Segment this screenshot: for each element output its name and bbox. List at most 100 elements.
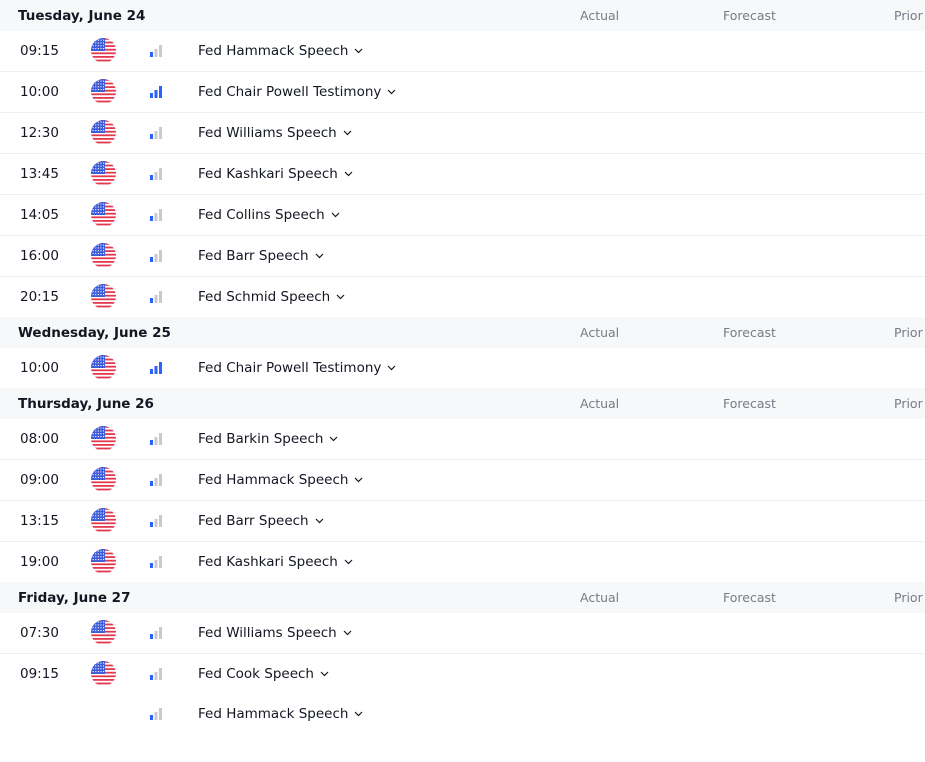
day-title: Tuesday, June 24: [18, 7, 146, 24]
event-row[interactable]: 10:00 Fed Chair Powell Testimony: [0, 72, 925, 113]
chevron-down-icon: [344, 559, 353, 565]
chevron-down-icon: [343, 630, 352, 636]
event-title[interactable]: Fed Hammack Speech: [198, 706, 363, 722]
event-title-text: Fed Williams Speech: [198, 625, 337, 641]
chevron-down-icon: [336, 294, 345, 300]
importance-bar: [159, 362, 162, 374]
chevron-down-icon: [355, 711, 363, 717]
importance-bars-icon: [150, 627, 162, 639]
event-time: 10:00: [20, 84, 59, 100]
column-forecast: Forecast: [723, 396, 776, 411]
importance-bar: [150, 563, 153, 568]
us-flag-icon: [91, 467, 116, 492]
importance-bar: [159, 668, 162, 680]
importance-bar: [150, 298, 153, 303]
importance-bar: [159, 127, 162, 139]
importance-bar: [150, 175, 153, 180]
event-row[interactable]: 13:45 Fed Kashkari Speech: [0, 154, 925, 195]
importance-bars-icon: [150, 250, 162, 262]
importance-bar: [154, 519, 158, 527]
event-row[interactable]: 09:00 Fed Hammack Speech: [0, 460, 925, 501]
importance-bar: [150, 481, 153, 486]
event-title[interactable]: Fed Williams Speech: [198, 625, 352, 641]
event-title[interactable]: Fed Barr Speech: [198, 513, 324, 529]
us-flag-icon: [91, 38, 116, 63]
importance-bar: [159, 515, 162, 527]
importance-bars-icon: [150, 515, 162, 527]
event-title[interactable]: Fed Hammack Speech: [198, 43, 363, 59]
event-title[interactable]: Fed Chair Powell Testimony: [198, 84, 396, 100]
importance-bar: [154, 631, 158, 639]
event-row[interactable]: 10:00 Fed Chair Powell Testimony: [0, 348, 925, 388]
importance-bar: [159, 250, 162, 262]
chevron-down-icon: [344, 171, 353, 177]
importance-bar: [150, 216, 153, 221]
event-title-text: Fed Schmid Speech: [198, 289, 331, 305]
importance-bars-icon: [150, 433, 162, 445]
event-row[interactable]: 09:15 Fed Hammack Speech: [0, 31, 925, 72]
importance-bar: [150, 134, 153, 139]
event-title[interactable]: Fed Schmid Speech: [198, 289, 345, 305]
importance-bar: [154, 213, 158, 221]
importance-bar: [150, 522, 153, 527]
event-row[interactable]: 14:05 Fed Collins Speech: [0, 195, 925, 236]
event-title[interactable]: Fed Hammack Speech: [198, 472, 363, 488]
day-title: Friday, June 27: [18, 589, 131, 606]
us-flag-icon: [91, 243, 116, 268]
economic-calendar: Tuesday, June 24 Actual Forecast Prior 09:15…: [0, 0, 925, 734]
importance-bar: [154, 366, 158, 374]
column-forecast: Forecast: [723, 8, 776, 23]
importance-bar: [159, 209, 162, 221]
importance-bars-icon: [150, 86, 162, 98]
importance-bar: [154, 560, 158, 568]
event-title[interactable]: Fed Chair Powell Testimony: [198, 360, 396, 376]
event-row[interactable]: 20:15 Fed Schmid Speech: [0, 277, 925, 317]
importance-bar: [159, 708, 162, 720]
column-prior: Prior: [894, 8, 923, 23]
event-row[interactable]: 12:30 Fed Williams Speech: [0, 113, 925, 154]
event-title[interactable]: Fed Barr Speech: [198, 248, 324, 264]
event-row[interactable]: 07:30 Fed Williams Speech: [0, 613, 925, 654]
importance-bar: [159, 291, 162, 303]
event-title[interactable]: Fed Williams Speech: [198, 125, 352, 141]
event-time: 19:00: [20, 554, 59, 570]
importance-bar: [150, 715, 153, 720]
event-time: 20:15: [20, 289, 59, 305]
us-flag-icon: [91, 120, 116, 145]
event-title-text: Fed Cook Speech: [198, 666, 314, 682]
day-title: Thursday, June 26: [18, 395, 154, 412]
event-row[interactable]: 13:15 Fed Barr Speech: [0, 501, 925, 542]
importance-bar: [159, 168, 162, 180]
event-row[interactable]: 16:00 Fed Barr Speech: [0, 236, 925, 277]
event-title[interactable]: Fed Kashkari Speech: [198, 554, 353, 570]
importance-bars-icon: [150, 209, 162, 221]
us-flag-icon: [91, 661, 116, 686]
event-title[interactable]: Fed Collins Speech: [198, 207, 340, 223]
day-header: Wednesday, June 25 Actual Forecast Prior: [0, 317, 925, 348]
event-title[interactable]: Fed Barkin Speech: [198, 431, 338, 447]
event-row[interactable]: Fed Hammack Speech: [0, 694, 925, 734]
event-time: 13:15: [20, 513, 59, 529]
column-prior: Prior: [894, 325, 923, 340]
importance-bar: [150, 369, 153, 374]
event-row[interactable]: 08:00 Fed Barkin Speech: [0, 419, 925, 460]
importance-bar: [154, 437, 158, 445]
us-flag-icon: [91, 620, 116, 645]
chevron-down-icon: [343, 130, 352, 136]
event-title-text: Fed Kashkari Speech: [198, 554, 338, 570]
chevron-down-icon: [387, 89, 396, 95]
column-forecast: Forecast: [723, 325, 776, 340]
event-title-text: Fed Barr Speech: [198, 248, 309, 264]
event-row[interactable]: 19:00 Fed Kashkari Speech: [0, 542, 925, 582]
us-flag-icon: [91, 161, 116, 186]
event-time: 09:00: [20, 472, 59, 488]
event-time: 08:00: [20, 431, 59, 447]
event-time: 09:15: [20, 666, 59, 682]
importance-bar: [150, 675, 153, 680]
importance-bars-icon: [150, 168, 162, 180]
event-title[interactable]: Fed Cook Speech: [198, 666, 329, 682]
event-title[interactable]: Fed Kashkari Speech: [198, 166, 353, 182]
event-title-text: Fed Collins Speech: [198, 207, 325, 223]
chevron-down-icon: [330, 436, 338, 442]
event-row[interactable]: 09:15 Fed Cook Speech: [0, 654, 925, 695]
